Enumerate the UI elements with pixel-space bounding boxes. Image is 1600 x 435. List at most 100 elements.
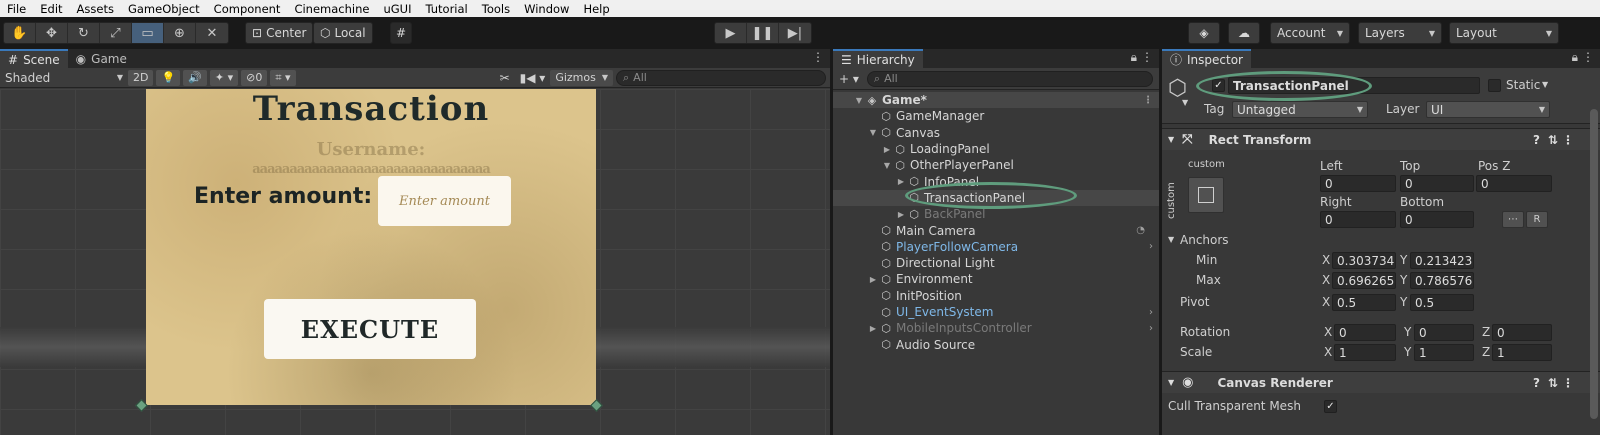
transform-tool-icon[interactable]: ⊕ — [164, 23, 196, 43]
posz-field[interactable]: 0 — [1476, 175, 1552, 192]
camera-icon[interactable]: ▮◀ ▾ — [515, 69, 551, 87]
static-checkbox[interactable] — [1488, 79, 1501, 92]
lighting-icon[interactable]: 💡 — [156, 69, 181, 86]
chevron-right-icon[interactable]: › — [1149, 241, 1153, 252]
inspector-scrollbar[interactable] — [1590, 109, 1598, 419]
menu-gameobject[interactable]: GameObject — [121, 2, 207, 16]
help-icon[interactable]: ? — [1533, 133, 1540, 147]
tree-item-playerfollowcamera[interactable]: ⬡ PlayerFollowCamera › — [833, 239, 1159, 255]
cloud-icon[interactable]: ☁ — [1228, 22, 1260, 44]
canvas-renderer-header[interactable]: ▼ ◉ Canvas Renderer ? ⇅ ⋮ — [1162, 371, 1600, 393]
lock-icon[interactable]: 🔒︎ — [1572, 50, 1578, 65]
lock-icon[interactable]: 🔒︎ — [1131, 50, 1137, 65]
pivot-mode-button[interactable]: ⊡ Center — [245, 22, 314, 44]
pause-icon[interactable]: ❚❚ — [747, 23, 779, 43]
chevron-right-icon[interactable]: › — [1149, 307, 1153, 318]
bottom-field[interactable]: 0 — [1400, 211, 1474, 228]
hierarchy-search-input[interactable]: ⌕ All — [866, 70, 1153, 87]
grid-snap-icon[interactable]: # — [390, 22, 412, 44]
menu-assets[interactable]: Assets — [70, 2, 121, 16]
anchor-max-y-field[interactable]: 0.786576 — [1410, 272, 1474, 289]
kebab-menu-icon[interactable]: ⋮ — [812, 50, 824, 64]
rect-tool-icon[interactable]: ▭ — [132, 23, 164, 43]
menu-help[interactable]: Help — [576, 2, 616, 16]
account-dropdown[interactable]: Account ▼ — [1270, 22, 1350, 44]
expand-arrow-icon[interactable]: ▶ — [895, 177, 907, 186]
execute-button[interactable]: EXECUTE — [264, 299, 476, 359]
chevron-down-icon[interactable]: ▼ — [1542, 80, 1548, 89]
tab-inspector[interactable]: ⓘ Inspector — [1162, 49, 1251, 68]
left-field[interactable]: 0 — [1320, 175, 1396, 192]
tools-icon[interactable]: ✂ — [495, 69, 515, 87]
preset-icon[interactable]: ⇅ — [1548, 133, 1558, 147]
menu-tools[interactable]: Tools — [475, 2, 517, 16]
hand-tool-icon[interactable]: ✋ — [4, 23, 36, 43]
raw-edit-button[interactable]: R — [1526, 211, 1548, 228]
space-mode-button[interactable]: ⬡ Local — [313, 22, 373, 44]
visibility-toggle[interactable]: ⊘ 0 — [241, 69, 268, 86]
tab-hierarchy[interactable]: ☰ Hierarchy — [833, 49, 923, 68]
amount-input[interactable]: Enter amount — [378, 176, 511, 226]
tree-item-environment[interactable]: ▶ ⬡ Environment — [833, 271, 1159, 287]
pivot-y-field[interactable]: 0.5 — [1410, 294, 1474, 311]
kebab-menu-icon[interactable]: ⋮ — [1562, 133, 1574, 147]
menu-cinemachine[interactable]: Cinemachine — [287, 2, 376, 16]
audio-icon[interactable]: 🔊 — [183, 69, 207, 86]
scale-tool-icon[interactable]: ⤢ — [100, 23, 132, 43]
anchor-min-x-field[interactable]: 0.303734 — [1332, 252, 1396, 269]
scale-z-field[interactable]: 1 — [1492, 344, 1552, 361]
layout-dropdown[interactable]: Layout ▼ — [1449, 22, 1559, 44]
grid-settings-icon[interactable]: ⌗ ▾ — [270, 69, 296, 86]
expand-arrow-icon[interactable]: ▼ — [867, 128, 879, 137]
tree-item-canvas[interactable]: ▼ ⬡ Canvas — [833, 125, 1159, 141]
preset-icon[interactable]: ⇅ — [1548, 376, 1558, 390]
collab-icon[interactable]: ◈ — [1188, 22, 1220, 44]
menu-component[interactable]: Component — [207, 2, 288, 16]
effects-icon[interactable]: ✦ ▾ — [209, 69, 239, 86]
scene-viewport[interactable]: Transaction Username: aaaaaaaaaaaaaaaaaa… — [0, 89, 830, 435]
shading-dropdown[interactable]: Shaded ▼ — [0, 69, 128, 87]
move-tool-icon[interactable]: ✥ — [36, 23, 68, 43]
tree-item-audio-source[interactable]: ⬡ Audio Source — [833, 336, 1159, 352]
anchor-max-x-field[interactable]: 0.696265 — [1332, 272, 1396, 289]
tab-scene[interactable]: # Scene — [0, 49, 68, 68]
kebab-menu-icon[interactable]: ⋮ — [1582, 50, 1594, 64]
custom-tool-icon[interactable]: ✕ — [196, 23, 228, 43]
menu-window[interactable]: Window — [517, 2, 576, 16]
pivot-x-field[interactable]: 0.5 — [1332, 294, 1396, 311]
tree-item-main-camera[interactable]: ⬡ Main Camera ◔ — [833, 222, 1159, 238]
scale-y-field[interactable]: 1 — [1414, 344, 1474, 361]
toggle-2d-button[interactable]: 2D — [128, 69, 154, 86]
anchor-preset-button[interactable] — [1188, 177, 1224, 213]
chevron-down-icon[interactable]: ▼ — [1168, 378, 1174, 387]
expand-arrow-icon[interactable]: ▶ — [867, 275, 879, 284]
help-icon[interactable]: ? — [1533, 376, 1540, 390]
tree-item-mobileinputscontroller[interactable]: ▶ ⬡ MobileInputsController › — [833, 320, 1159, 336]
kebab-menu-icon[interactable]: ⋮ — [1562, 376, 1574, 390]
top-field[interactable]: 0 — [1400, 175, 1474, 192]
tree-item-ui-eventsystem[interactable]: ⬡ UI_EventSystem › — [833, 304, 1159, 320]
rotate-tool-icon[interactable]: ↻ — [68, 23, 100, 43]
rotation-y-field[interactable]: 0 — [1414, 324, 1474, 341]
menu-ugui[interactable]: uGUI — [376, 2, 418, 16]
rect-transform-header[interactable]: ▼ ⤧ Rect Transform ? ⇅ ⋮ — [1162, 128, 1600, 150]
cull-transparent-mesh-checkbox[interactable]: ✓ — [1324, 400, 1337, 413]
anchor-min-y-field[interactable]: 0.213423 — [1410, 252, 1474, 269]
tree-item-game[interactable]: ▼ ◈ Game* ⋮ — [833, 92, 1159, 109]
menu-tutorial[interactable]: Tutorial — [418, 2, 474, 16]
expand-arrow-icon[interactable]: ▶ — [895, 210, 907, 219]
kebab-menu-icon[interactable]: ⋮ — [1141, 50, 1153, 64]
expand-arrow-icon[interactable]: ▼ — [853, 96, 865, 105]
tag-dropdown[interactable]: Untagged ▼ — [1232, 101, 1368, 118]
tab-game[interactable]: ◉ Game — [68, 49, 135, 68]
expand-arrow-icon[interactable]: ▼ — [881, 161, 893, 170]
gizmos-dropdown[interactable]: Gizmos ▼ — [550, 69, 613, 86]
menu-file[interactable]: File — [0, 2, 33, 16]
tree-item-initposition[interactable]: ⬡ InitPosition — [833, 288, 1159, 304]
rotation-z-field[interactable]: 0 — [1492, 324, 1552, 341]
chevron-right-icon[interactable]: › — [1149, 323, 1153, 334]
play-icon[interactable]: ▶ — [715, 23, 747, 43]
expand-arrow-icon[interactable]: ▶ — [867, 324, 879, 333]
right-field[interactable]: 0 — [1320, 211, 1396, 228]
add-icon[interactable]: + ▾ — [839, 72, 859, 86]
